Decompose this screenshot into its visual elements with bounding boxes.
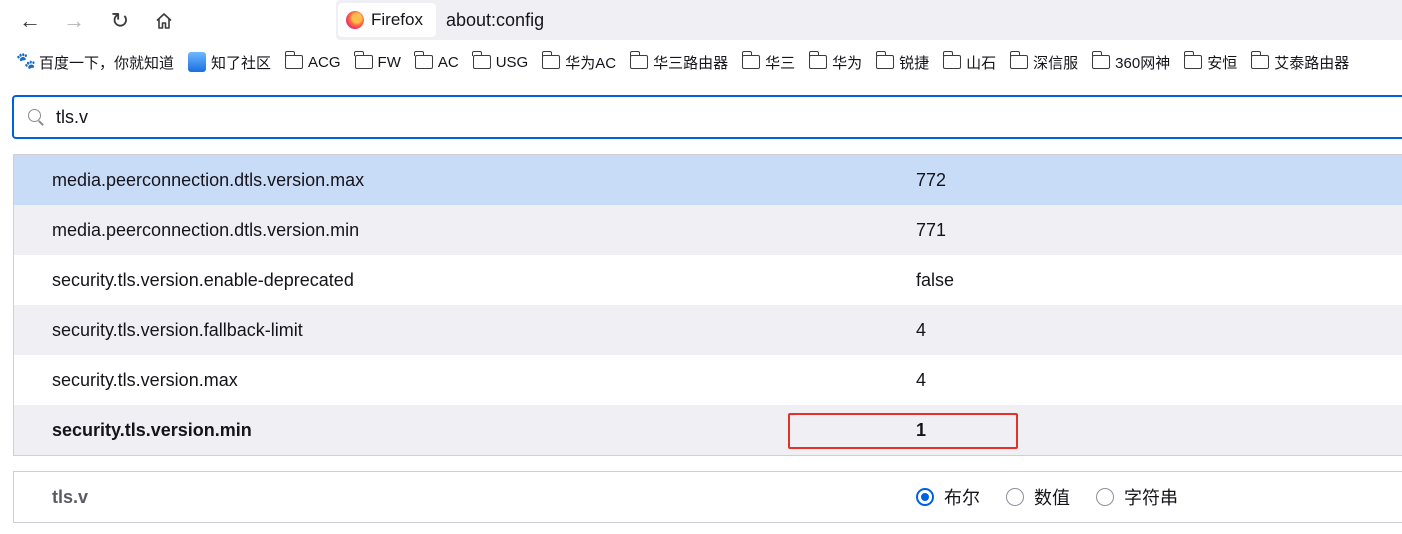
bookmark-label: 华三 bbox=[765, 54, 796, 72]
bookmark-label: AC bbox=[437, 53, 459, 71]
bookmark-folder-utt-router[interactable]: 艾泰路由器 bbox=[1250, 51, 1350, 73]
pref-name: security.tls.version.max bbox=[52, 369, 238, 390]
prefs-table: media.peerconnection.dtls.version.max 77… bbox=[13, 154, 1402, 456]
folder-icon bbox=[541, 51, 561, 69]
navigation-toolbar: ← → ↻ Firefox about:config bbox=[0, 0, 1402, 42]
table-row[interactable]: media.peerconnection.dtls.version.min 77… bbox=[14, 205, 1402, 255]
folder-icon bbox=[629, 51, 649, 69]
bookmark-label: ACG bbox=[308, 53, 341, 71]
bookmark-folder-h3c-router[interactable]: 华三路由器 bbox=[629, 51, 729, 73]
pref-name: media.peerconnection.dtls.version.min bbox=[52, 219, 360, 240]
firefox-logo-icon bbox=[346, 11, 364, 29]
url-text[interactable]: about:config bbox=[446, 10, 544, 31]
radio-button[interactable] bbox=[1096, 488, 1114, 506]
pref-name: security.tls.version.fallback-limit bbox=[52, 319, 303, 340]
radio-label: 布尔 bbox=[944, 488, 980, 508]
pref-value[interactable]: 1 bbox=[916, 420, 926, 441]
radio-number[interactable]: 数值 bbox=[1006, 484, 1070, 510]
back-arrow-icon[interactable]: ← bbox=[14, 5, 46, 37]
bookmark-baidu[interactable]: 🐾 百度一下，你就知道 bbox=[16, 52, 174, 73]
folder-icon bbox=[942, 51, 962, 69]
bookmark-folder-fw[interactable]: FW bbox=[354, 51, 401, 71]
folder-icon bbox=[354, 51, 373, 69]
folder-icon bbox=[1183, 51, 1203, 69]
bookmark-label: 华为 bbox=[832, 54, 863, 72]
folder-icon bbox=[1009, 51, 1029, 69]
identity-label: Firefox bbox=[371, 10, 423, 29]
bookmark-zhiliao[interactable]: 知了社区 bbox=[188, 52, 271, 73]
bookmark-label: FW bbox=[377, 53, 401, 71]
folder-icon bbox=[808, 51, 828, 69]
bookmark-label: 360网神 bbox=[1115, 54, 1171, 72]
bookmark-label: 知了社区 bbox=[211, 54, 272, 72]
pref-name: security.tls.version.enable-deprecated bbox=[52, 269, 354, 290]
bookmark-folder-acg[interactable]: ACG bbox=[284, 51, 341, 71]
search-icon bbox=[28, 109, 44, 125]
bookmark-folder-sangfor[interactable]: 深信服 bbox=[1009, 51, 1079, 73]
pref-name: media.peerconnection.dtls.version.max bbox=[52, 169, 365, 190]
zhiliao-drop-icon bbox=[188, 52, 207, 72]
pref-value[interactable]: 4 bbox=[916, 320, 926, 341]
folder-icon bbox=[875, 51, 895, 69]
bookmark-folder-usg[interactable]: USG bbox=[472, 51, 529, 71]
folder-icon bbox=[472, 51, 491, 69]
radio-string[interactable]: 字符串 bbox=[1096, 484, 1178, 510]
folder-icon bbox=[1250, 51, 1270, 69]
folder-icon bbox=[1091, 51, 1111, 69]
folder-icon bbox=[741, 51, 761, 69]
bookmark-label: 山石 bbox=[966, 54, 997, 72]
bookmark-label: 百度一下，你就知道 bbox=[39, 54, 175, 72]
new-pref-name: tls.v bbox=[52, 486, 89, 507]
bookmark-label: 深信服 bbox=[1033, 54, 1079, 72]
bookmark-folder-hillstone[interactable]: 山石 bbox=[942, 51, 997, 73]
bookmark-folder-huawei-ac[interactable]: 华为AC bbox=[541, 51, 617, 73]
pref-value[interactable]: 771 bbox=[916, 220, 946, 241]
radio-button-checked[interactable] bbox=[916, 488, 934, 506]
pref-type-radio-group: 布尔 数值 字符串 bbox=[916, 484, 1204, 510]
reload-icon[interactable]: ↻ bbox=[104, 5, 136, 37]
radio-label: 数值 bbox=[1034, 488, 1070, 508]
home-icon[interactable] bbox=[148, 5, 180, 37]
bookmark-label: 锐捷 bbox=[899, 54, 930, 72]
bookmark-folder-huawei[interactable]: 华为 bbox=[808, 51, 863, 73]
bookmark-label: 华三路由器 bbox=[653, 54, 729, 72]
bookmark-folder-ruijie[interactable]: 锐捷 bbox=[875, 51, 930, 73]
pref-search-box[interactable] bbox=[12, 95, 1402, 139]
forward-arrow-icon[interactable]: → bbox=[58, 5, 90, 37]
bookmark-folder-360[interactable]: 360网神 bbox=[1091, 51, 1171, 73]
highlight-annotation-box bbox=[788, 413, 1018, 449]
bookmark-label: 华为AC bbox=[565, 54, 617, 72]
pref-value[interactable]: 772 bbox=[916, 170, 946, 191]
radio-boolean[interactable]: 布尔 bbox=[916, 484, 980, 510]
radio-label: 字符串 bbox=[1124, 488, 1178, 508]
bookmark-folder-ac[interactable]: AC bbox=[414, 51, 459, 71]
pref-value[interactable]: false bbox=[916, 270, 954, 291]
bookmark-folder-anheng[interactable]: 安恒 bbox=[1183, 51, 1238, 73]
bookmark-label: 安恒 bbox=[1207, 54, 1238, 72]
table-row[interactable]: media.peerconnection.dtls.version.max 77… bbox=[14, 155, 1402, 205]
table-row[interactable]: security.tls.version.fallback-limit 4 bbox=[14, 305, 1402, 355]
table-row[interactable]: security.tls.version.max 4 bbox=[14, 355, 1402, 405]
bookmark-label: USG bbox=[495, 53, 529, 71]
bookmark-folder-h3c[interactable]: 华三 bbox=[741, 51, 796, 73]
baidu-paw-icon: 🐾 bbox=[16, 53, 36, 70]
identity-box[interactable]: Firefox bbox=[338, 3, 436, 37]
folder-icon bbox=[414, 51, 433, 69]
bookmark-label: 艾泰路由器 bbox=[1274, 54, 1350, 72]
pref-name: security.tls.version.min bbox=[52, 419, 252, 440]
pref-value[interactable]: 4 bbox=[916, 370, 926, 391]
table-row[interactable]: security.tls.version.enable-deprecated f… bbox=[14, 255, 1402, 305]
bookmarks-toolbar: 🐾 百度一下，你就知道 知了社区 ACG FW AC USG 华为AC 华三路由… bbox=[0, 44, 1402, 80]
table-row[interactable]: security.tls.version.min 1 bbox=[14, 405, 1402, 455]
folder-icon bbox=[284, 51, 304, 69]
radio-button[interactable] bbox=[1006, 488, 1024, 506]
search-input[interactable] bbox=[56, 106, 656, 128]
new-pref-row: tls.v 布尔 数值 字符串 bbox=[13, 471, 1402, 523]
